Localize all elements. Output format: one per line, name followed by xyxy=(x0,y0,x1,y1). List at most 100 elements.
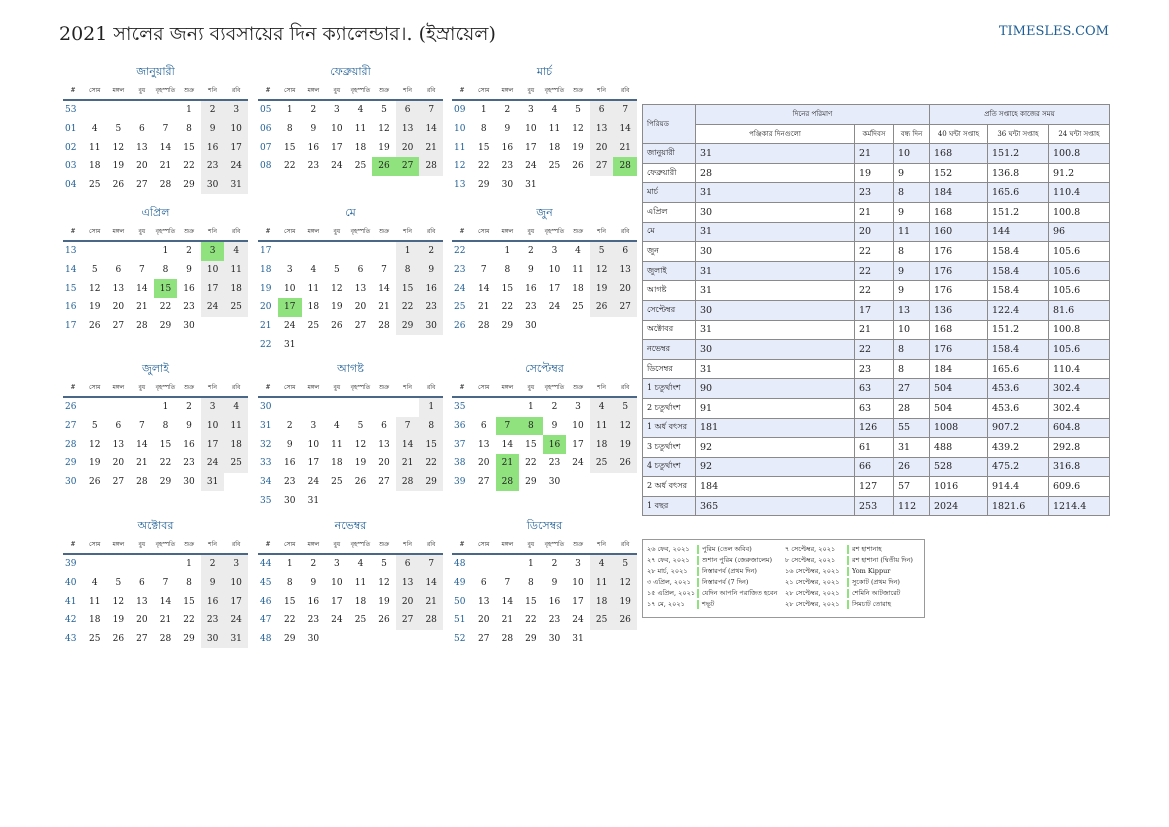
day-cell xyxy=(107,241,131,261)
weekday-header: মঙ্গল xyxy=(106,536,131,555)
period-label: ফেব্রুয়ারী xyxy=(642,162,696,184)
table-cell: 2024 xyxy=(929,495,988,517)
weekday-header: মঙ্গল xyxy=(106,223,131,242)
weekday-header: রবি xyxy=(419,379,443,398)
week-number: 48 xyxy=(454,559,466,570)
day-cell: 18 xyxy=(307,302,320,313)
day-cell: 24 xyxy=(572,458,584,469)
table-cell: 176 xyxy=(929,241,988,262)
holiday-marker xyxy=(847,566,849,576)
day-cell: 12 xyxy=(89,439,101,450)
day-cell: 5 xyxy=(613,554,637,574)
day-cell: 9 xyxy=(504,124,511,135)
day-cell: 25 xyxy=(589,611,614,630)
table-cell: 30 xyxy=(695,241,855,262)
holiday-marker xyxy=(847,544,849,554)
holiday-marker xyxy=(697,544,699,554)
week-row: 07 15 16 17 18 19 20 21 xyxy=(258,138,443,158)
weekday-header: শুক্র xyxy=(566,379,590,398)
week-row: 12 22 23 24 25 26 27 28 xyxy=(452,157,637,176)
table-row: সেপ্টেম্বর 30 17 13 136 122.4 81.6 xyxy=(642,299,1110,321)
week-row: 04 25 26 27 28 29 30 31 xyxy=(63,175,248,195)
day-cell: 14 xyxy=(419,573,443,593)
week-number: 06 xyxy=(260,124,272,135)
day-cell xyxy=(107,100,131,120)
weekday-header: বৃহস্পতি xyxy=(542,379,567,398)
day-cell: 11 xyxy=(89,596,101,607)
weekday-header: # xyxy=(63,82,83,101)
day-cell xyxy=(130,241,154,261)
day-cell: 2 xyxy=(551,402,558,413)
day-cell: 20 xyxy=(589,138,614,158)
weekday-header: রবি xyxy=(613,379,637,398)
week-row: 09 1 2 3 4 5 6 7 xyxy=(452,100,637,120)
day-cell: 26 xyxy=(89,477,101,488)
day-cell: 27 xyxy=(395,611,420,630)
day-cell: 1 xyxy=(186,105,192,116)
weekday-header: শনি xyxy=(200,536,225,555)
month-name: সেপ্টেম্বর xyxy=(525,362,564,375)
week-number: 29 xyxy=(65,458,77,469)
day-cell: 5 xyxy=(613,397,637,417)
day-cell: 16 xyxy=(501,142,514,153)
day-cell: 11 xyxy=(572,265,584,276)
table-cell: 57 xyxy=(893,476,930,497)
table-cell: 110.4 xyxy=(1048,358,1110,380)
column-header: 40 ঘন্টা সপ্তাহ xyxy=(929,123,988,145)
weekday-header: মঙ্গল xyxy=(495,536,520,555)
weekday-header: শুক্র xyxy=(177,223,201,242)
table-cell: 9 xyxy=(893,260,930,282)
period-label: 1 চতুর্থাংশ xyxy=(642,378,696,399)
table-cell: 1008 xyxy=(929,417,988,439)
table-cell: 21 xyxy=(854,143,894,164)
day-cell: 28 xyxy=(613,157,637,176)
column-header: বন্ধ দিন xyxy=(893,123,930,145)
holiday-name: যেদিন আপনি পরাজিত হবেন xyxy=(702,589,778,597)
weekday-header: সোম xyxy=(472,82,496,101)
site-link[interactable]: TIMESLES.COM xyxy=(999,24,1109,39)
day-cell: 1 xyxy=(480,105,487,116)
week-row: 23 7 8 9 10 11 12 13 xyxy=(452,260,637,280)
day-cell: 12 xyxy=(112,142,125,153)
day-cell: 18 xyxy=(331,458,343,469)
day-cell: 28 xyxy=(478,321,490,332)
day-cell: 17 xyxy=(224,138,248,158)
weekday-header: সোম xyxy=(278,536,302,555)
table-cell: 168 xyxy=(929,319,988,341)
day-cell: 9 xyxy=(286,439,293,450)
day-cell: 24 xyxy=(200,298,225,317)
week-row: 11 15 16 17 18 19 20 21 xyxy=(452,138,637,158)
day-cell xyxy=(472,397,496,417)
day-cell: 11 xyxy=(589,573,614,593)
day-cell: 19 xyxy=(89,302,101,313)
week-row: 48 1 2 3 4 5 xyxy=(452,554,637,574)
weekday-header: মঙ্গল xyxy=(495,379,520,398)
weekday-header: # xyxy=(452,536,472,555)
week-number: 13 xyxy=(65,246,77,257)
week-row: 06 8 9 10 11 12 13 14 xyxy=(258,119,443,139)
table-cell: 302.4 xyxy=(1048,397,1110,419)
day-cell: 5 xyxy=(91,265,98,276)
table-cell: 365 xyxy=(695,495,855,517)
week-number: 38 xyxy=(454,458,466,469)
day-cell: 2 xyxy=(186,246,192,257)
weekday-header: মঙ্গল xyxy=(301,223,326,242)
table-cell: 31 xyxy=(695,280,855,301)
holiday-date: ৮ সেপ্টেম্বর, ২০২১ xyxy=(785,556,836,564)
day-cell: 28 xyxy=(419,157,443,176)
weekday-header: বুধ xyxy=(519,536,543,555)
week-number: 17 xyxy=(260,246,272,257)
week-row: 50 13 14 15 16 17 18 19 xyxy=(452,592,637,612)
day-cell: 28 xyxy=(136,477,148,488)
day-cell xyxy=(590,317,614,336)
table-row: 2 অর্ধ বৎসর 184 127 57 1016 914.4 609.6 xyxy=(642,476,1110,497)
day-cell: 9 xyxy=(310,124,317,135)
week-number: 28 xyxy=(65,439,77,450)
week-number: 04 xyxy=(65,180,77,191)
day-cell: 21 xyxy=(419,592,443,612)
period-label: মার্চ xyxy=(642,182,696,203)
day-cell: 2 xyxy=(186,402,192,413)
holiday-marker xyxy=(697,555,699,565)
table-cell: 8 xyxy=(893,358,930,380)
weekday-header: শুক্র xyxy=(566,82,590,101)
